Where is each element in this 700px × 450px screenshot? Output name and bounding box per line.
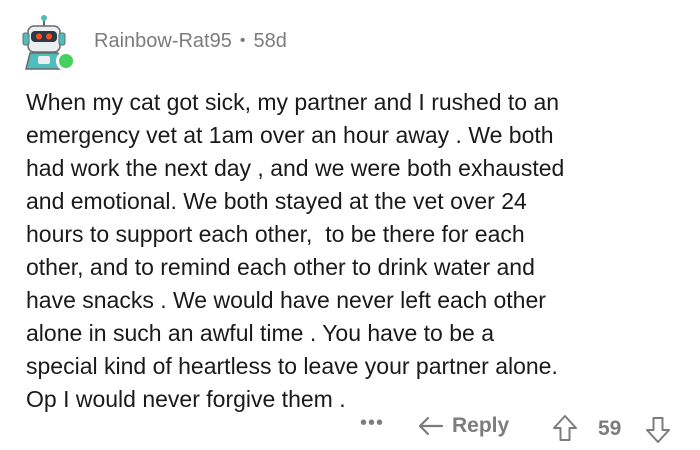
downvote-arrow-icon	[646, 417, 670, 443]
comment-actions: ••• Reply 59	[0, 412, 700, 448]
online-status-dot	[56, 51, 76, 71]
comment-body-line: When my cat got sick, my partner and I r…	[26, 89, 560, 115]
comment-body-line: other, and to remind each other to drink…	[26, 254, 535, 280]
comment-body-line: emergency vet at 1am over an hour away .…	[26, 122, 554, 148]
reply-label: Reply	[452, 414, 510, 437]
comment: Rainbow-Rat95 • 58d When my cat got sick…	[0, 0, 700, 450]
more-options-button[interactable]: •••	[360, 412, 384, 435]
comment-body-line: have snacks . We would have never left e…	[26, 287, 546, 313]
avatar[interactable]	[14, 13, 76, 73]
downvote-button[interactable]	[645, 416, 671, 449]
vote-score: 59	[598, 417, 622, 440]
reply-button[interactable]: Reply	[418, 414, 509, 438]
comment-header: Rainbow-Rat95 • 58d	[14, 12, 287, 74]
meta-separator: •	[239, 32, 246, 49]
comment-body-line: had work the next day , and we were both…	[26, 155, 565, 181]
comment-body-line: and emotional. We both stayed at the vet…	[26, 188, 527, 214]
comment-body-line: hours to support each other, to be there…	[26, 221, 525, 247]
reply-arrow-icon	[418, 416, 444, 436]
comment-age: 58d	[253, 29, 287, 52]
comment-meta: Rainbow-Rat95 • 58d	[94, 30, 287, 53]
comment-body: When my cat got sick, my partner and I r…	[26, 86, 691, 416]
username-link[interactable]: Rainbow-Rat95	[94, 30, 232, 53]
comment-body-line: alone in such an awful time . You have t…	[26, 320, 494, 346]
upvote-button[interactable]	[552, 414, 578, 447]
upvote-arrow-icon	[553, 415, 577, 441]
comment-body-line: special kind of heartless to leave your …	[26, 353, 558, 379]
